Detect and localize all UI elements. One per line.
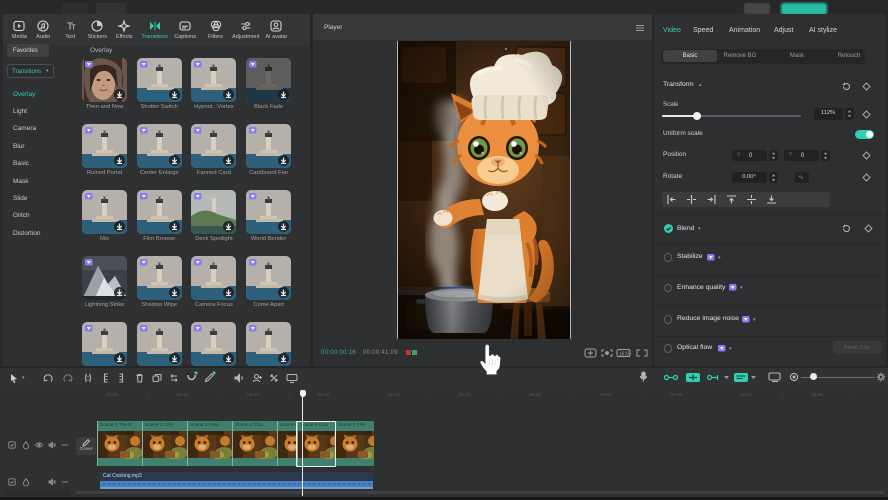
svg-text:T: T <box>72 25 77 32</box>
svg-text:16:9: 16:9 <box>619 352 629 358</box>
